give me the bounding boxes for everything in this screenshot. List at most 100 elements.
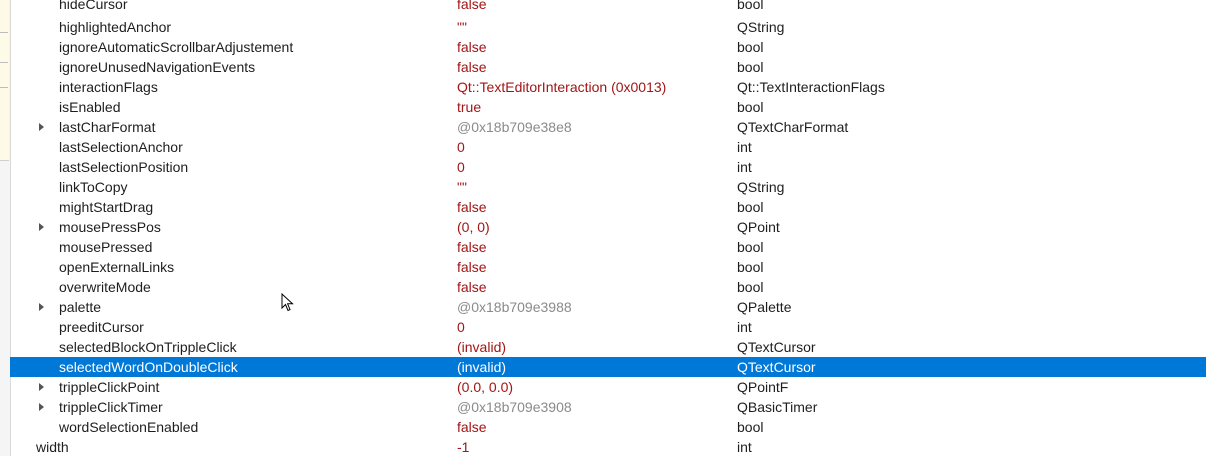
row-type: int [737,439,752,455]
row-name: linkToCopy [59,179,128,195]
row-type: QTextCharFormat [737,119,849,135]
row-type: Qt::TextInteractionFlags [737,79,885,95]
row-name: overwriteMode [59,279,151,295]
row-value[interactable]: "" [457,17,467,37]
tree-row[interactable]: width -1 int [10,437,1206,457]
tree-row[interactable]: mightStartDrag false bool [10,197,1206,217]
row-name: mightStartDrag [59,199,154,215]
row-name: mousePressed [59,239,153,255]
tree-row[interactable]: overwriteMode false bool [10,277,1206,297]
tree-row[interactable]: wordSelectionEnabled false bool [10,417,1206,437]
row-value[interactable]: Qt::TextEditorInteraction (0x0013) [457,77,666,97]
row-value[interactable]: 0 [457,317,465,337]
divider [0,62,8,88]
tree-row[interactable]: mousePressed false bool [10,237,1206,257]
tree-row[interactable]: interactionFlags Qt::TextEditorInteractio… [10,77,1206,97]
row-value[interactable]: (invalid) [457,337,506,357]
row-value[interactable]: @0x18b709e38e8 [457,117,572,137]
row-name: selectedWordOnDoubleClick [59,359,238,375]
row-type: bool [737,419,764,435]
tree-row[interactable]: palette @0x18b709e3988 QPalette [10,297,1206,317]
row-name: ignoreUnusedNavigationEvents [59,59,256,75]
row-type: QTextCursor [737,359,816,375]
row-type: bool [737,0,764,12]
row-type: QString [737,19,785,35]
row-name: preeditCursor [59,319,144,335]
tree-row[interactable]: highlightedAnchor "" QString [10,17,1206,37]
row-name: ignoreAutomaticScrollbarAdjustement [59,39,294,55]
row-value[interactable]: @0x18b709e3908 [457,397,572,417]
row-value[interactable]: -1 [457,437,469,457]
expand-arrow-icon[interactable] [39,223,44,231]
tree-row[interactable]: mousePressPos (0, 0) QPoint [10,217,1206,237]
row-name: openExternalLinks [59,259,175,275]
row-name: width [36,439,69,455]
tree-row[interactable]: preeditCursor 0 int [10,317,1206,337]
row-type: bool [737,59,764,75]
tree-row[interactable]: selectedBlockOnTrippleClick (invalid) QTex… [10,337,1206,357]
row-value[interactable]: (0.0, 0.0) [457,377,513,397]
divider [0,32,8,33]
locals-watch-tree[interactable]: hideCursor false bool highlightedAnchor "" QS… [10,0,1206,457]
row-type: QTextCursor [737,339,816,355]
row-name: palette [59,299,102,315]
tree-row[interactable]: trippleClickTimer @0x18b709e3908 QBasicTim… [10,397,1206,417]
row-name: lastSelectionAnchor [59,139,183,155]
row-type: bool [737,259,764,275]
row-name: highlightedAnchor [59,19,172,35]
row-value[interactable]: false [457,237,487,257]
expand-arrow-icon[interactable] [39,383,44,391]
row-value[interactable]: (0, 0) [457,217,490,237]
mouse-pointer-icon [281,293,294,312]
tree-row[interactable]: hideCursor false bool [10,0,1206,14]
tree-row[interactable]: openExternalLinks false bool [10,257,1206,277]
tree-row[interactable]: lastSelectionAnchor 0 int [10,137,1206,157]
row-value[interactable]: false [457,57,487,77]
row-value[interactable]: "" [457,177,467,197]
row-value[interactable]: false [457,417,487,437]
tree-row[interactable]: ignoreUnusedNavigationEvents false bool [10,57,1206,77]
row-value[interactable]: (invalid) [457,357,506,377]
row-type: QString [737,179,785,195]
row-type: bool [737,239,764,255]
row-name: lastCharFormat [59,119,156,135]
row-value[interactable]: false [457,37,487,57]
row-name: trippleClickPoint [59,379,160,395]
row-type: QBasicTimer [737,399,818,415]
left-panel-fragment [0,0,9,161]
row-value[interactable]: @0x18b709e3988 [457,297,572,317]
tree-row[interactable]: linkToCopy "" QString [10,177,1206,197]
row-name: isEnabled [59,99,121,115]
row-type: QPointF [737,379,789,395]
tree-row[interactable]: ignoreAutomaticScrollbarAdjustement false… [10,37,1206,57]
row-type: int [737,139,752,155]
row-type: bool [737,199,764,215]
row-type: bool [737,99,764,115]
row-name: trippleClickTimer [59,399,163,415]
tree-row[interactable]: lastCharFormat @0x18b709e38e8 QTextCharFor… [10,117,1206,137]
row-type: int [737,159,752,175]
row-value[interactable]: false [457,0,487,14]
tree-row[interactable]: selectedWordOnDoubleClick (invalid) QTextC… [10,357,1206,377]
row-type: QPoint [737,219,780,235]
row-type: int [737,319,752,335]
tree-row[interactable]: isEnabled true bool [10,97,1206,117]
tree-row[interactable]: lastSelectionPosition 0 int [10,157,1206,177]
expand-arrow-icon[interactable] [39,123,44,131]
row-name: interactionFlags [59,79,158,95]
row-name: wordSelectionEnabled [59,419,199,435]
row-type: bool [737,39,764,55]
row-value[interactable]: 0 [457,137,465,157]
row-value[interactable]: false [457,277,487,297]
expand-arrow-icon[interactable] [39,403,44,411]
row-name: lastSelectionPosition [59,159,189,175]
row-value[interactable]: false [457,257,487,277]
row-value[interactable]: false [457,197,487,217]
row-value[interactable]: 0 [457,157,465,177]
row-type: QPalette [737,299,792,315]
row-name: mousePressPos [59,219,161,235]
row-name: hideCursor [59,0,128,12]
expand-arrow-icon[interactable] [39,303,44,311]
tree-row[interactable]: trippleClickPoint (0.0, 0.0) QPointF [10,377,1206,397]
row-value[interactable]: true [457,97,481,117]
